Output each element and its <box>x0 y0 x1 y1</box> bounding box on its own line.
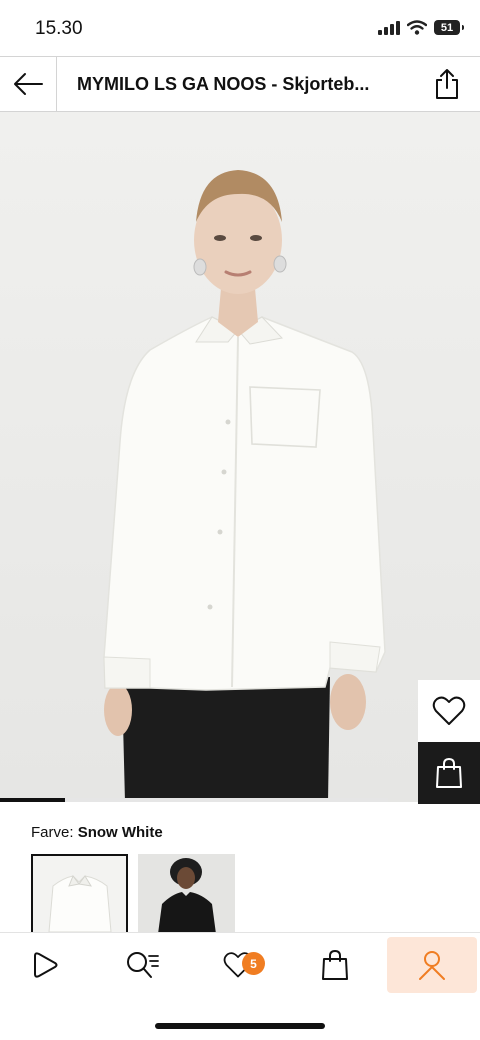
shopping-bag-icon <box>436 757 462 788</box>
user-icon <box>419 951 445 980</box>
shopping-bag-icon <box>322 949 348 980</box>
wifi-icon <box>407 20 427 35</box>
nav-account[interactable] <box>387 937 477 993</box>
share-button[interactable] <box>430 67 464 101</box>
color-label-prefix: Farve: <box>31 824 74 841</box>
arrow-left-icon <box>14 73 43 95</box>
search-icon <box>127 952 159 978</box>
white-shirt-thumbnail <box>33 856 126 932</box>
battery-icon: 51 <box>434 20 464 35</box>
color-label: Farve: Snow White <box>31 824 163 841</box>
wishlist-count-badge: 5 <box>242 952 265 975</box>
gallery-progress <box>0 798 388 802</box>
model-wearing-shirt-image <box>0 112 480 802</box>
battery-level: 51 <box>440 21 454 34</box>
play-logo-icon <box>34 952 58 978</box>
gallery-progress-fill <box>0 798 65 802</box>
status-icons: 51 <box>378 20 464 35</box>
color-swatch-snow-white[interactable] <box>31 854 128 934</box>
share-icon <box>436 69 458 99</box>
black-shirt-thumbnail <box>138 854 235 934</box>
nav-bag[interactable] <box>290 937 380 993</box>
signal-icon <box>378 20 400 35</box>
page-title: MYMILO LS GA NOOS - Skjorteb... <box>77 74 370 94</box>
nav-wishlist[interactable]: 5 <box>193 937 283 993</box>
back-button[interactable] <box>0 57 57 111</box>
add-to-wishlist-button[interactable] <box>418 680 480 742</box>
product-image[interactable] <box>0 112 480 802</box>
status-time: 15.30 <box>35 18 83 39</box>
home-indicator <box>155 1023 325 1029</box>
status-bar: 15.30 51 <box>0 0 480 56</box>
color-value: Snow White <box>77 824 163 841</box>
add-to-bag-button[interactable] <box>418 742 480 804</box>
heart-icon <box>432 696 466 725</box>
color-swatch-black[interactable] <box>138 854 235 934</box>
nav-search[interactable] <box>97 937 187 993</box>
nav-home[interactable] <box>0 937 90 993</box>
top-bar: MYMILO LS GA NOOS - Skjorteb... <box>0 56 480 112</box>
